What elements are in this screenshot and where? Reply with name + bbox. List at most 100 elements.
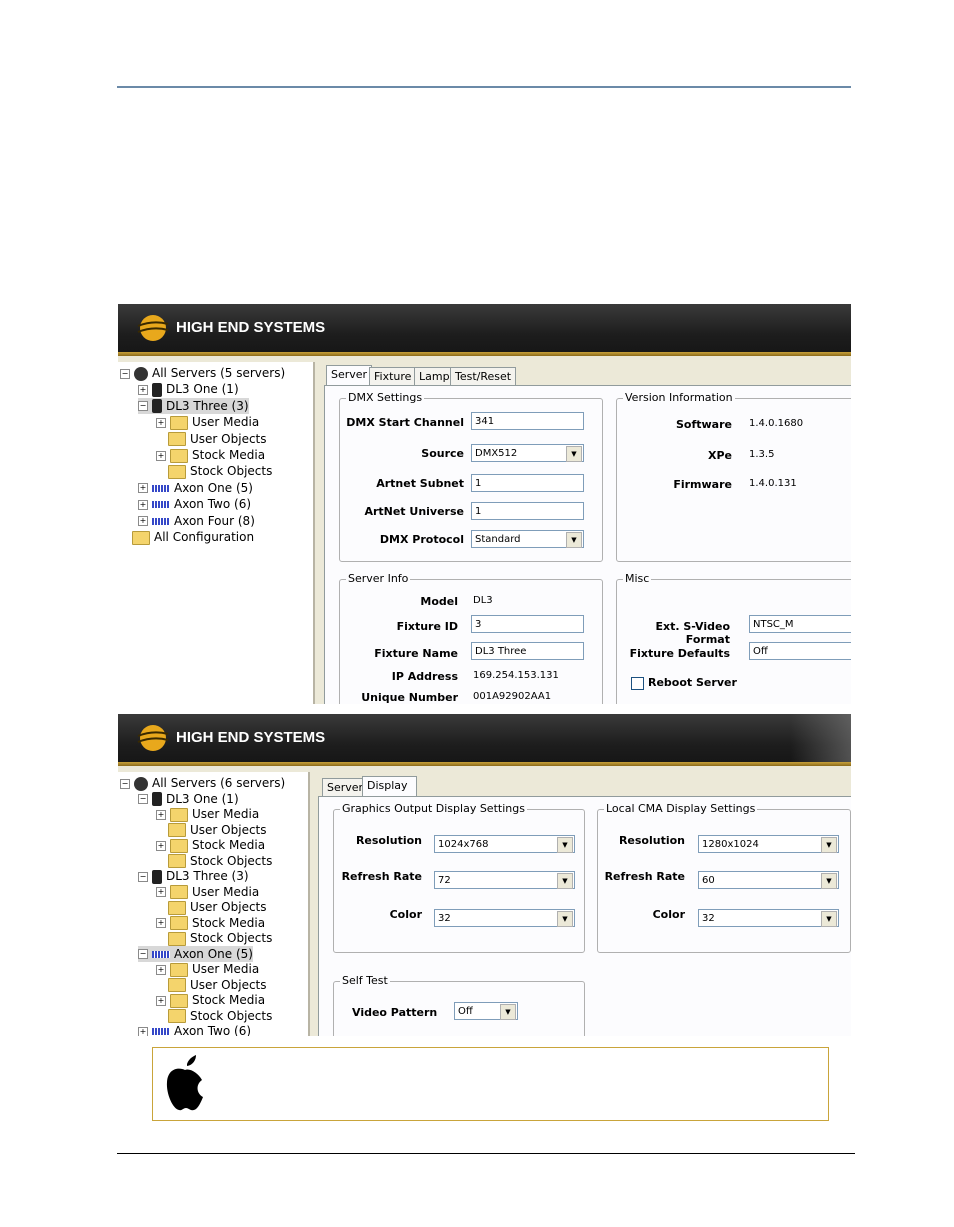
firmware-label: Firmware (673, 478, 732, 491)
tree-node[interactable]: + User Media (156, 961, 259, 977)
tree-node[interactable]: + Stock Media (156, 447, 265, 463)
axon-icon (152, 950, 170, 958)
tree-node[interactable]: Stock Objects (156, 930, 272, 946)
tree-node[interactable]: + Stock Media (156, 992, 265, 1008)
tree-node[interactable]: − DL3 Three (3) (138, 868, 249, 884)
tab-panel: DMX Settings DMX Start Channel 341 Sourc… (324, 385, 851, 704)
tree-node[interactable]: User Objects (156, 822, 267, 838)
cma-refresh-select[interactable]: 60 ▼ (698, 871, 839, 889)
artnet-universe-input[interactable]: 1 (471, 502, 584, 520)
tree-node[interactable]: User Objects (156, 977, 267, 993)
tree-node-label: User Objects (190, 431, 267, 446)
collapse-icon[interactable]: − (138, 401, 148, 412)
tree-node[interactable]: + User Media (156, 884, 259, 900)
chevron-down-icon: ▼ (557, 911, 573, 927)
folder-icon (168, 978, 186, 992)
xpe-value: 1.3.5 (749, 449, 775, 460)
cma-refresh-value: 60 (702, 875, 715, 886)
tree-node[interactable]: User Objects (156, 431, 267, 447)
collapse-icon[interactable]: − (120, 778, 130, 789)
folder-icon (168, 1009, 186, 1023)
misc-group: Misc Ext. S-Video Format NTSC_M Fixture … (616, 572, 851, 704)
source-select[interactable]: DMX512 ▼ (471, 444, 584, 462)
expand-icon[interactable]: + (138, 483, 148, 494)
tree-node-label: All Servers (6 servers) (152, 776, 286, 790)
collapse-icon[interactable]: − (138, 949, 148, 959)
tree-node[interactable]: − DL3 Three (3) (138, 397, 249, 414)
mac-note-box (152, 1047, 829, 1121)
collapse-icon[interactable]: − (138, 794, 148, 804)
tree-node[interactable]: + Axon Four (8) (138, 513, 255, 529)
tab-fixture[interactable]: Fixture (369, 367, 417, 385)
tree-node[interactable]: Stock Objects (156, 1008, 272, 1024)
tree-node[interactable]: − Axon One (5) (138, 945, 253, 962)
collapse-icon[interactable]: − (120, 368, 130, 379)
graphics-resolution-select[interactable]: 1024x768 ▼ (434, 835, 575, 853)
tree-node[interactable]: − All Servers (5 servers) (120, 365, 285, 381)
tree-node[interactable]: + User Media (156, 414, 259, 430)
expand-icon[interactable]: + (156, 450, 166, 461)
reboot-server-checkbox[interactable] (631, 677, 644, 690)
tree-node[interactable]: + Stock Media (156, 837, 265, 853)
svideo-format-select[interactable]: NTSC_M (749, 615, 851, 633)
fixture-id-input[interactable]: 3 (471, 615, 584, 633)
expand-icon[interactable]: + (138, 516, 148, 527)
fixture-id-label: Fixture ID (396, 620, 458, 633)
color-label: Color (652, 908, 685, 921)
tree-node-label: DL3 Three (3) (166, 869, 249, 883)
tree-node[interactable]: + Axon One (5) (138, 480, 253, 496)
cma-resolution-select[interactable]: 1280x1024 ▼ (698, 835, 839, 853)
tab-server[interactable]: Server (326, 365, 373, 385)
group-title: Server Info (346, 572, 411, 585)
tree-node[interactable]: Stock Objects (156, 463, 272, 479)
dmx-start-channel-input[interactable]: 341 (471, 412, 584, 430)
tree-node[interactable]: All Configuration (120, 529, 254, 545)
tree-node[interactable]: + Axon Two (6) (138, 496, 251, 512)
tree-node[interactable]: Stock Objects (156, 853, 272, 869)
expand-icon[interactable]: + (138, 1026, 148, 1036)
expand-icon[interactable]: + (156, 809, 166, 820)
tree-node[interactable]: + Axon Two (6) (138, 1023, 251, 1036)
expand-icon[interactable]: + (156, 840, 166, 851)
tree-node[interactable]: − All Servers (6 servers) (120, 775, 285, 791)
tree-node-label: User Objects (190, 822, 267, 837)
tree-node-label: User Objects (190, 900, 267, 914)
tab-lamp[interactable]: Lamp (414, 367, 455, 385)
video-pattern-select[interactable]: Off ▼ (454, 1002, 518, 1020)
expand-icon[interactable]: + (156, 995, 166, 1006)
folder-icon (170, 448, 188, 463)
cma-color-select[interactable]: 32 ▼ (698, 909, 839, 927)
tab-display-settings[interactable]: Display Settings (362, 776, 418, 809)
unique-number-label: Unique Number (361, 691, 458, 704)
chevron-down-icon: ▼ (821, 873, 837, 889)
globe-icon (134, 366, 148, 381)
fixture-name-input[interactable]: DL3 Three (471, 642, 584, 660)
brand-name: HIGH END SYSTEMS (176, 319, 326, 336)
tree-node[interactable]: + DL3 One (1) (138, 381, 239, 397)
tree-node-label: Stock Objects (190, 1008, 273, 1023)
fixture-defaults-select[interactable]: Off (749, 642, 851, 660)
expand-icon[interactable]: + (156, 887, 166, 897)
expand-icon[interactable]: + (138, 499, 148, 510)
tree-node[interactable]: + User Media (156, 806, 259, 822)
expand-icon[interactable]: + (156, 918, 166, 928)
tree-node-label: DL3 One (1) (166, 382, 239, 397)
tree-node-label: DL3 One (1) (166, 791, 239, 806)
expand-icon[interactable]: + (156, 417, 166, 428)
graphics-color-select[interactable]: 32 ▼ (434, 909, 575, 927)
apple-icon (166, 1055, 203, 1111)
tree-node[interactable]: − DL3 One (1) (138, 791, 239, 807)
graphics-refresh-select[interactable]: 72 ▼ (434, 871, 575, 889)
tree-node[interactable]: User Objects (156, 899, 267, 915)
tree-node-label: Stock Media (192, 838, 266, 852)
expand-icon[interactable]: + (156, 964, 166, 975)
collapse-icon[interactable]: − (138, 871, 148, 882)
artnet-subnet-input[interactable]: 1 (471, 474, 584, 492)
resolution-label: Resolution (355, 834, 422, 847)
tree-node[interactable]: + Stock Media (156, 915, 265, 931)
dmx-protocol-select[interactable]: Standard ▼ (471, 530, 584, 548)
tab-test-reset[interactable]: Test/Reset (450, 367, 517, 385)
expand-icon[interactable]: + (138, 384, 148, 395)
